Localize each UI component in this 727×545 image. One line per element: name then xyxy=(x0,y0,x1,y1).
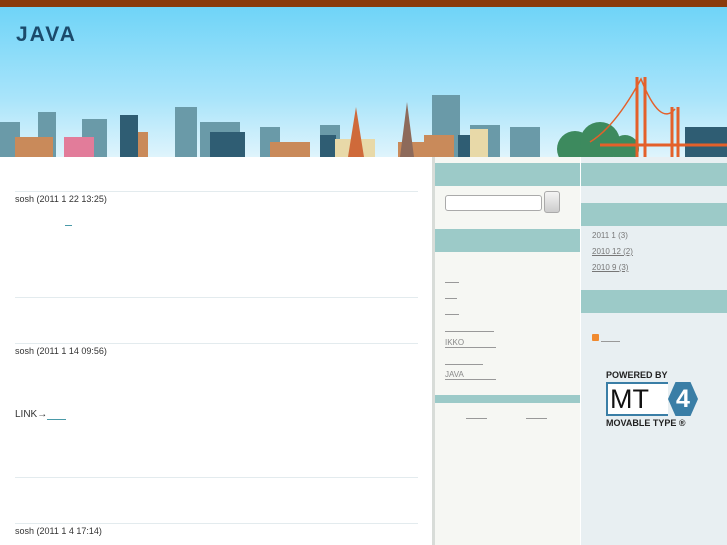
divider xyxy=(15,297,418,298)
mt-mark: MT xyxy=(606,382,668,416)
divider xyxy=(15,477,418,478)
link-label: LINK→ xyxy=(15,409,48,420)
category-link[interactable] xyxy=(445,289,457,299)
divider xyxy=(15,343,418,344)
widget-header-categories xyxy=(435,229,580,252)
post-link[interactable] xyxy=(65,225,72,226)
header-banner: JAVA xyxy=(0,7,727,157)
post-meta: sosh (2011 1 14 09:56) xyxy=(15,346,107,356)
sidebar-left: IKKO JAVA xyxy=(435,157,580,545)
post-meta: sosh (2011 1 4 17:14) xyxy=(15,526,102,536)
powered-by-text: POWERED BY xyxy=(606,370,668,380)
search-button[interactable] xyxy=(544,191,560,213)
widget-header-search xyxy=(435,163,580,186)
footer-link[interactable] xyxy=(466,409,487,419)
divider xyxy=(15,523,418,524)
powered-by-movable-type-logo[interactable]: POWERED BY MT 4 MOVABLE TYPE ® xyxy=(606,370,701,428)
category-link[interactable] xyxy=(445,355,483,365)
main-content: sosh (2011 1 22 13:25) sosh (2011 1 14 0… xyxy=(0,157,432,545)
movable-type-text: MOVABLE TYPE ® xyxy=(606,418,686,428)
category-link[interactable]: IKKO xyxy=(445,338,496,348)
footer-link[interactable] xyxy=(526,409,547,419)
mt-version: 4 xyxy=(668,382,698,416)
feed-link[interactable] xyxy=(601,332,620,342)
sidebar-right: 2011 1 (3) 2010 12 (2) 2010 9 (3) POWERE… xyxy=(581,157,727,545)
widget-header-archives xyxy=(581,203,727,226)
top-bar xyxy=(0,0,727,7)
city-skyline-illustration xyxy=(0,77,727,157)
category-link[interactable]: JAVA xyxy=(445,370,496,380)
post-meta: sosh (2011 1 22 13:25) xyxy=(15,194,107,204)
category-link[interactable] xyxy=(445,305,459,315)
category-link[interactable] xyxy=(445,273,459,283)
widget-header-feed xyxy=(581,290,727,313)
archive-link[interactable]: 2010 9 (3) xyxy=(592,263,628,272)
archive-link[interactable]: 2010 12 (2) xyxy=(592,247,633,256)
widget-header xyxy=(581,163,727,186)
post-link[interactable] xyxy=(47,419,66,420)
widget-header xyxy=(435,395,580,403)
archive-item: 2011 1 (3) xyxy=(592,231,628,240)
divider xyxy=(15,191,418,192)
category-link[interactable] xyxy=(445,322,494,332)
rss-feed-icon[interactable] xyxy=(592,334,599,341)
search-input[interactable] xyxy=(445,195,542,211)
site-title[interactable]: JAVA xyxy=(16,23,77,47)
